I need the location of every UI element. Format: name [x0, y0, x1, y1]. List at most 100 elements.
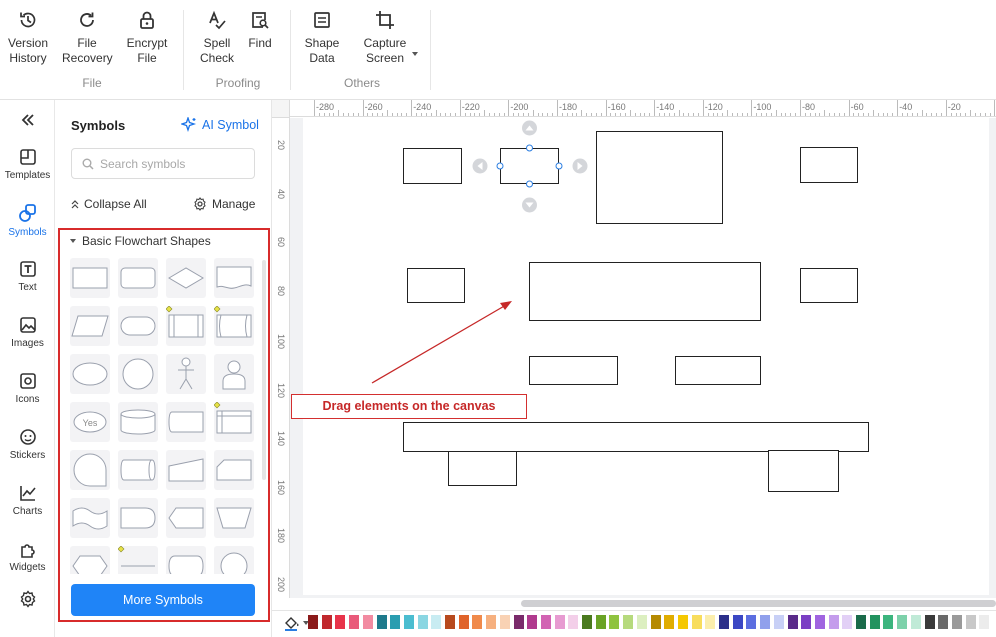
color-swatch[interactable]: [897, 615, 908, 629]
color-swatch[interactable]: [856, 615, 866, 629]
color-swatch[interactable]: [965, 615, 976, 629]
search-input[interactable]: [100, 155, 250, 173]
capture-screen-button[interactable]: Capture Screen: [360, 10, 410, 66]
sidebar-item-widgets[interactable]: Widgets: [0, 540, 55, 573]
color-swatch[interactable]: [677, 615, 688, 629]
canvas-shape[interactable]: [800, 147, 858, 183]
color-swatch[interactable]: [705, 615, 716, 629]
sidebar-item-charts[interactable]: Charts: [0, 484, 55, 517]
color-swatch[interactable]: [609, 615, 620, 629]
ruler-tick: [887, 113, 889, 116]
color-swatch[interactable]: [814, 615, 825, 629]
ruler-tick: [911, 113, 913, 116]
horizontal-scrollbar[interactable]: [521, 600, 996, 607]
color-swatch[interactable]: [719, 615, 729, 629]
canvas-shape[interactable]: [768, 450, 839, 492]
color-swatch[interactable]: [308, 615, 318, 629]
capture-dropdown-icon[interactable]: [412, 52, 418, 56]
canvas-shape[interactable]: [675, 356, 761, 385]
color-swatch[interactable]: [691, 615, 702, 629]
ruler-tick: [498, 113, 500, 116]
color-swatch[interactable]: [636, 615, 647, 629]
collapse-all-button[interactable]: Collapse All: [71, 197, 147, 211]
sidebar-item-images[interactable]: Images: [0, 316, 55, 349]
color-swatch[interactable]: [486, 615, 497, 629]
color-swatch[interactable]: [951, 615, 962, 629]
color-swatch[interactable]: [376, 615, 387, 629]
color-swatch[interactable]: [732, 615, 743, 629]
color-swatch[interactable]: [527, 615, 538, 629]
color-swatch[interactable]: [910, 615, 921, 629]
color-swatch[interactable]: [787, 615, 798, 629]
color-swatch[interactable]: [582, 615, 592, 629]
canvas-shape[interactable]: [529, 356, 618, 385]
ruler-tick: [829, 113, 831, 116]
sidebar-item-text[interactable]: Text: [0, 260, 55, 293]
color-swatch[interactable]: [979, 615, 990, 629]
spell-check-button[interactable]: Spell Check: [196, 10, 238, 66]
color-swatch[interactable]: [513, 615, 524, 629]
sidebar-item-stickers[interactable]: Stickers: [0, 428, 55, 461]
color-swatch[interactable]: [445, 615, 455, 629]
canvas-shape[interactable]: [403, 422, 869, 452]
sidebar-item-templates[interactable]: Templates: [0, 148, 55, 181]
color-swatch[interactable]: [595, 615, 606, 629]
color-swatch[interactable]: [403, 615, 414, 629]
color-swatch[interactable]: [554, 615, 565, 629]
selection-handles: [472, 120, 588, 213]
ruler-tick: [834, 113, 836, 116]
color-swatch[interactable]: [842, 615, 853, 629]
ruler-tick: [406, 113, 408, 116]
color-swatch[interactable]: [472, 615, 483, 629]
shape-data-button[interactable]: Shape Data: [302, 10, 342, 66]
color-swatch[interactable]: [349, 615, 360, 629]
color-swatch[interactable]: [760, 615, 771, 629]
sidebar-collapse[interactable]: [0, 112, 55, 132]
canvas-shape[interactable]: [596, 131, 723, 224]
color-swatch[interactable]: [924, 615, 935, 629]
color-swatch[interactable]: [362, 615, 373, 629]
ruler-tick: [343, 113, 345, 116]
vertical-ruler: 20 40 60 80 100 120 140 160 180 200: [272, 118, 290, 598]
color-swatch[interactable]: [540, 615, 551, 629]
color-swatch[interactable]: [883, 615, 894, 629]
ruler-tick-label: -80: [802, 102, 816, 112]
sidebar-item-icons[interactable]: Icons: [0, 372, 55, 405]
ruler-tick: [566, 113, 568, 116]
version-history-button[interactable]: Version History: [8, 10, 48, 66]
ruler-tick: [591, 113, 593, 116]
color-swatch[interactable]: [623, 615, 634, 629]
color-swatch[interactable]: [321, 615, 332, 629]
color-swatch[interactable]: [431, 615, 442, 629]
canvas-shape[interactable]: [448, 451, 517, 486]
sparkle-icon: [181, 117, 197, 133]
ai-symbol-button[interactable]: AI Symbol: [181, 117, 259, 133]
color-swatch[interactable]: [869, 615, 880, 629]
color-swatch[interactable]: [390, 615, 401, 629]
color-swatch[interactable]: [417, 615, 428, 629]
sidebar-item-settings[interactable]: [0, 590, 55, 612]
color-swatch[interactable]: [650, 615, 661, 629]
color-swatch[interactable]: [458, 615, 469, 629]
ruler-tick: [722, 113, 724, 116]
sidebar-item-symbols[interactable]: Symbols: [0, 203, 55, 238]
color-swatch[interactable]: [938, 615, 949, 629]
canvas-shape[interactable]: [403, 148, 462, 184]
color-swatch[interactable]: [801, 615, 812, 629]
color-swatch[interactable]: [664, 615, 675, 629]
color-swatch[interactable]: [773, 615, 784, 629]
color-swatch[interactable]: [499, 615, 510, 629]
search-box[interactable]: [71, 148, 255, 179]
find-button[interactable]: Find: [244, 10, 276, 51]
color-swatch[interactable]: [746, 615, 757, 629]
color-swatch[interactable]: [335, 615, 346, 629]
fill-bucket-icon[interactable]: [283, 615, 301, 631]
canvas-shape[interactable]: [800, 268, 858, 303]
manage-button[interactable]: Manage: [193, 197, 255, 211]
color-swatch[interactable]: [828, 615, 839, 629]
color-swatch[interactable]: [568, 615, 579, 629]
ruler-tick: [931, 113, 933, 116]
file-recovery-button[interactable]: File Recovery: [62, 10, 113, 66]
canvas-shape[interactable]: [529, 262, 761, 321]
encrypt-file-button[interactable]: Encrypt File: [124, 10, 170, 66]
